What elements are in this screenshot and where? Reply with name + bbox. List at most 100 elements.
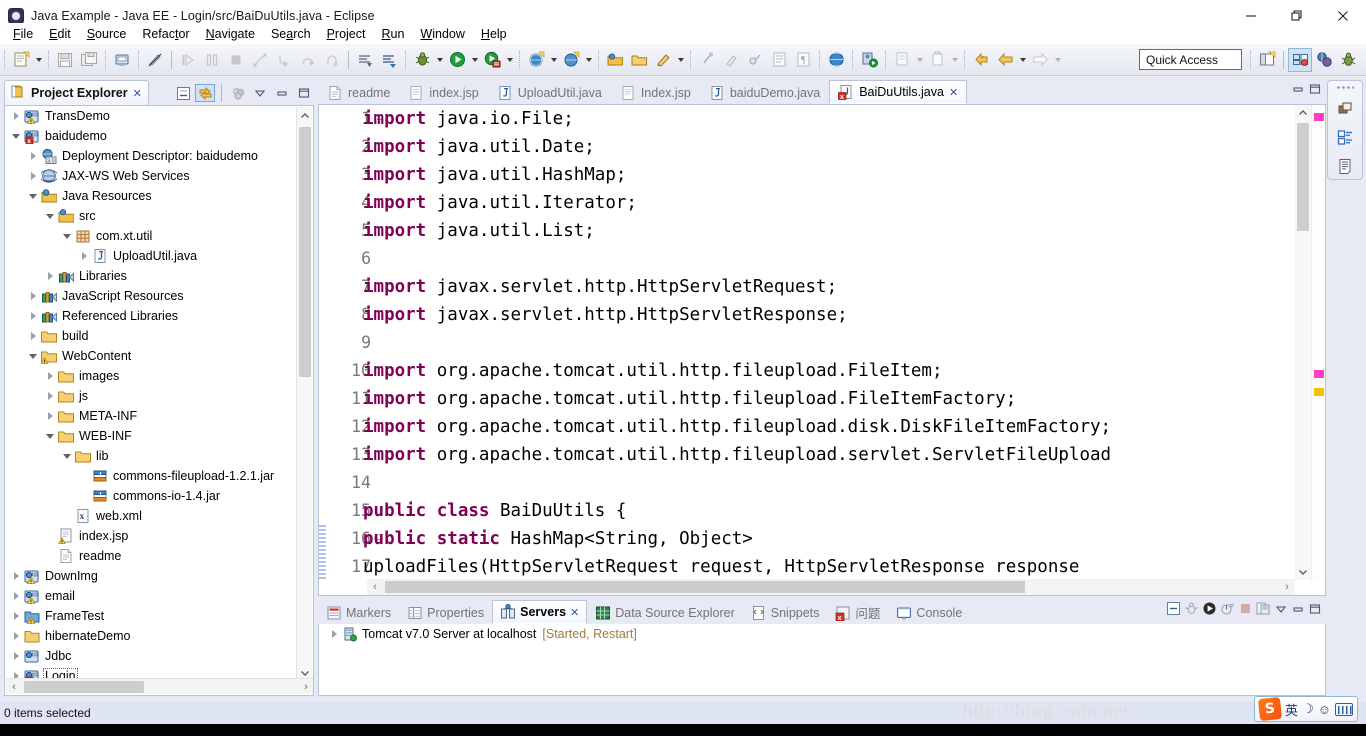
chevron-right-icon[interactable]: [26, 146, 40, 166]
new-class-icon[interactable]: [628, 49, 650, 71]
print-icon[interactable]: [111, 49, 133, 71]
link-with-editor-icon[interactable]: [195, 84, 215, 102]
project-tree-vscrollbar[interactable]: [296, 107, 312, 681]
close-icon[interactable]: ✕: [570, 606, 579, 619]
scroll-left-icon[interactable]: ‹: [6, 679, 22, 695]
chevron-right-icon[interactable]: [26, 166, 40, 186]
focus-on-active-task-icon[interactable]: [228, 84, 248, 102]
chevron-right-icon[interactable]: [43, 386, 57, 406]
tree-item[interactable]: commons-fileupload-1.2.1.jar: [5, 466, 297, 486]
editor-hscrollbar[interactable]: ‹ ›: [367, 579, 1295, 595]
chevron-right-icon[interactable]: [327, 624, 341, 644]
menu-refactor[interactable]: Refactor: [134, 25, 197, 43]
moon-icon[interactable]: ☽: [1302, 701, 1314, 717]
bottom-panel-tab[interactable]: x 问题: [827, 600, 888, 624]
outline-view-icon[interactable]: [1333, 125, 1357, 149]
editor-vscrollbar[interactable]: [1295, 105, 1311, 580]
quick-access-input[interactable]: Quick Access: [1139, 49, 1242, 70]
previous-icon[interactable]: [994, 49, 1016, 71]
chevron-right-icon[interactable]: [9, 586, 23, 606]
editor-tab[interactable]: Index.jsp: [611, 80, 700, 104]
maximize-view-icon[interactable]: [1308, 602, 1322, 621]
scroll-right-icon[interactable]: ›: [1279, 579, 1295, 595]
overview-ruler[interactable]: [1311, 105, 1325, 580]
chevron-down-icon[interactable]: [60, 446, 74, 466]
tree-item[interactable]: JavaScript Resources: [5, 286, 297, 306]
new-wizard-icon[interactable]: [10, 49, 32, 71]
bottom-panel-tab[interactable]: Data Source Explorer: [587, 600, 743, 624]
chevron-right-icon[interactable]: [9, 606, 23, 626]
view-menu-icon[interactable]: [1274, 602, 1288, 621]
tree-item[interactable]: FrameTest: [5, 606, 297, 626]
start-server-icon[interactable]: [1202, 601, 1217, 621]
chevron-right-icon[interactable]: [43, 266, 57, 286]
open-type-icon[interactable]: [696, 49, 718, 71]
editor-tab[interactable]: UploadUtil.java: [488, 80, 611, 104]
scroll-thumb[interactable]: [385, 581, 1025, 593]
scroll-left-icon[interactable]: ‹: [367, 579, 383, 595]
scroll-thumb[interactable]: [24, 681, 144, 693]
new-annotation-dropdown-icon[interactable]: [675, 49, 686, 71]
menu-project[interactable]: Project: [319, 25, 374, 43]
tree-item[interactable]: com.xt.util: [5, 226, 297, 246]
run-dropdown-icon[interactable]: [469, 49, 480, 71]
tree-item[interactable]: x web.xml: [5, 506, 297, 526]
bottom-panel-tab[interactable]: Properties: [399, 600, 492, 624]
chevron-right-icon[interactable]: [43, 366, 57, 386]
restore-view-icon[interactable]: [1333, 96, 1357, 120]
new-java-project-dropdown-icon[interactable]: [583, 49, 594, 71]
menu-edit[interactable]: Edit: [41, 25, 79, 43]
run-server-icon[interactable]: [481, 49, 503, 71]
back-icon[interactable]: [970, 49, 992, 71]
menu-search[interactable]: Search: [263, 25, 319, 43]
chevron-right-icon[interactable]: [26, 306, 40, 326]
tree-item[interactable]: src: [5, 206, 297, 226]
debug-dropdown-icon[interactable]: [434, 49, 445, 71]
tree-item[interactable]: Jdbc: [5, 646, 297, 666]
save-icon[interactable]: [54, 49, 76, 71]
project-tree[interactable]: TransDemo x baidudemo 3.0 Deployment Descr…: [5, 106, 297, 680]
chevron-down-icon[interactable]: [9, 126, 23, 146]
scroll-right-icon[interactable]: ›: [298, 679, 313, 695]
menu-file[interactable]: File: [5, 25, 41, 43]
menu-window[interactable]: Window: [412, 25, 472, 43]
source-code[interactable]: import java.io.File; import java.util.Dat…: [363, 105, 1295, 595]
previous-annotation-icon[interactable]: [378, 49, 400, 71]
toggle-mark-occurrences-icon[interactable]: [144, 49, 166, 71]
close-icon[interactable]: ✕: [133, 87, 142, 100]
tree-item[interactable]: DownImg: [5, 566, 297, 586]
editor-tab[interactable]: x BaiDuUtils.java ✕: [829, 80, 968, 104]
tree-item[interactable]: build: [5, 326, 297, 346]
scroll-thumb[interactable]: [299, 127, 311, 377]
tree-item[interactable]: hibernateDemo: [5, 626, 297, 646]
forward-dropdown-icon[interactable]: [1052, 49, 1063, 71]
tree-item[interactable]: commons-io-1.4.jar: [5, 486, 297, 506]
overview-marker[interactable]: [1314, 388, 1324, 396]
external-tools-icon[interactable]: [525, 49, 547, 71]
tab-project-explorer[interactable]: Project Explorer ✕: [4, 80, 149, 105]
tree-item[interactable]: Libraries: [5, 266, 297, 286]
publish-server-icon[interactable]: [1256, 601, 1271, 621]
tree-item[interactable]: WebContent: [5, 346, 297, 366]
project-tree-hscrollbar[interactable]: ‹ ›: [6, 678, 313, 695]
tree-item[interactable]: JAX-WS Web Services: [5, 166, 297, 186]
editor-tab[interactable]: index.jsp: [399, 80, 487, 104]
open-web-browser-icon[interactable]: [825, 49, 847, 71]
tree-item[interactable]: images: [5, 366, 297, 386]
debug-server-icon[interactable]: [1184, 601, 1199, 621]
tree-item[interactable]: Referenced Libraries: [5, 306, 297, 326]
servers-view-content[interactable]: Tomcat v7.0 Server at localhost [Started…: [318, 624, 1326, 696]
run-server-dropdown-icon[interactable]: [504, 49, 515, 71]
bottom-panel-tab[interactable]: Snippets: [743, 600, 828, 624]
bottom-panel-tab[interactable]: Servers ✕: [492, 600, 588, 624]
chevron-right-icon[interactable]: [9, 626, 23, 646]
new-xml-dropdown-icon[interactable]: [949, 49, 960, 71]
tree-item[interactable]: Java Resources: [5, 186, 297, 206]
chevron-down-icon[interactable]: [26, 186, 40, 206]
overview-marker[interactable]: [1314, 113, 1324, 121]
task-list-view-icon[interactable]: [1333, 154, 1357, 178]
minimize-view-icon[interactable]: [1291, 602, 1305, 621]
new-java-project-icon[interactable]: [560, 49, 582, 71]
maximize-view-icon[interactable]: [294, 84, 314, 102]
sogou-logo-icon[interactable]: S: [1257, 696, 1283, 722]
